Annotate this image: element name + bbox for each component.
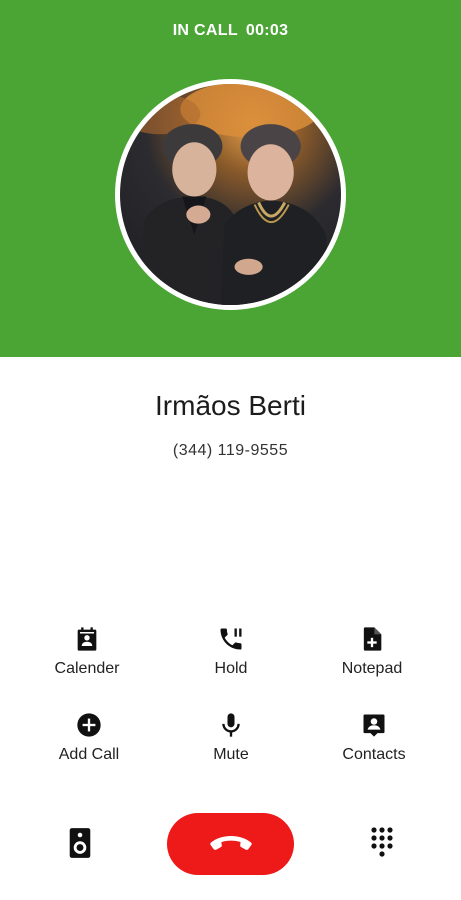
add-call-button[interactable]: Add Call bbox=[29, 711, 149, 764]
hold-button[interactable]: Hold bbox=[171, 625, 291, 678]
add-circle-icon bbox=[77, 713, 101, 737]
dialpad-icon bbox=[371, 827, 393, 857]
calendar-icon bbox=[77, 627, 97, 651]
call-header: IN CALL 00:03 bbox=[0, 0, 461, 357]
notepad-button[interactable]: Notepad bbox=[312, 625, 432, 678]
end-call-icon bbox=[209, 836, 252, 850]
phone-pause-icon bbox=[220, 628, 242, 650]
contact-name: Irmãos Berti bbox=[155, 390, 306, 421]
dialpad-button[interactable] bbox=[370, 826, 394, 858]
contact-icon bbox=[363, 714, 385, 737]
calendar-label: Calender bbox=[54, 660, 120, 677]
note-add-icon bbox=[363, 627, 382, 651]
microphone-icon bbox=[222, 713, 240, 737]
speaker-button[interactable] bbox=[66, 827, 94, 859]
contact-number: (344) 119-9555 bbox=[172, 442, 289, 459]
mute-label: Mute bbox=[213, 746, 249, 763]
avatar-photo bbox=[120, 84, 341, 305]
speaker-icon bbox=[69, 828, 91, 858]
contact-avatar bbox=[115, 79, 346, 310]
mute-button[interactable]: Mute bbox=[171, 711, 291, 764]
call-status-label: IN CALL bbox=[172, 22, 238, 39]
calendar-button[interactable]: Calender bbox=[27, 625, 147, 678]
contacts-label: Contacts bbox=[342, 746, 406, 763]
notepad-label: Notepad bbox=[341, 660, 403, 677]
hold-label: Hold bbox=[214, 660, 248, 677]
end-call-button[interactable] bbox=[167, 813, 294, 875]
avatar-illustration bbox=[120, 84, 331, 305]
add-call-label: Add Call bbox=[58, 746, 120, 763]
call-duration: 00:03 bbox=[245, 22, 289, 39]
call-status: IN CALL 00:03 bbox=[0, 22, 461, 40]
contacts-button[interactable]: Contacts bbox=[314, 711, 434, 764]
